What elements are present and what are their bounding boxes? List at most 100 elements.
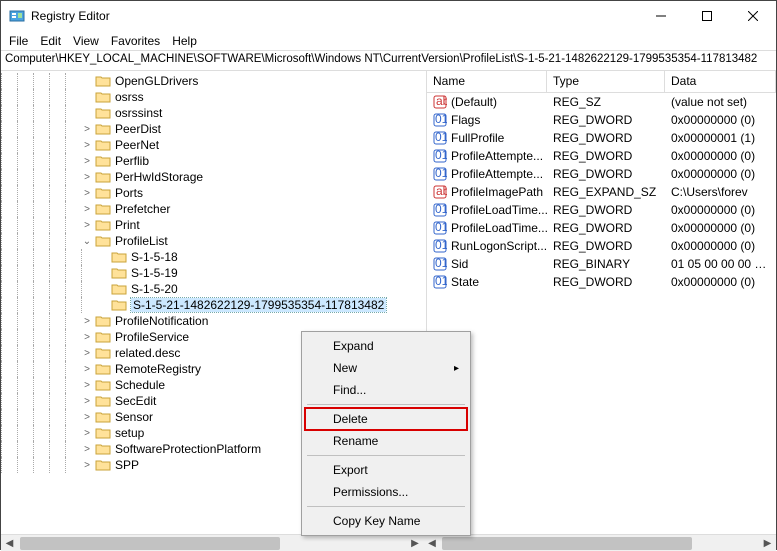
expander-icon[interactable] [81, 107, 93, 119]
column-type[interactable]: Type [547, 71, 665, 92]
value-row[interactable]: 011RunLogonScript...REG_DWORD0x00000000 … [427, 237, 776, 255]
expander-icon[interactable]: > [81, 395, 93, 407]
menu-help[interactable]: Help [172, 34, 197, 48]
folder-icon [95, 394, 111, 408]
expander-icon[interactable]: > [81, 379, 93, 391]
value-row[interactable]: 011ProfileLoadTime...REG_DWORD0x00000000… [427, 219, 776, 237]
tree-label: SoftwareProtectionPlatform [115, 442, 261, 456]
expander-icon[interactable]: ⌄ [81, 235, 93, 247]
expander-icon[interactable]: > [81, 411, 93, 423]
address-bar[interactable]: Computer\HKEY_LOCAL_MACHINE\SOFTWARE\Mic… [1, 51, 776, 71]
minimize-button[interactable] [638, 1, 684, 31]
expander-icon[interactable] [81, 75, 93, 87]
tree-item[interactable]: > ProfileNotification [1, 313, 426, 329]
tree-item[interactable]: > Ports [1, 185, 426, 201]
value-row[interactable]: 011ProfileLoadTime...REG_DWORD0x00000000… [427, 201, 776, 219]
ctx-copy-key-name[interactable]: Copy Key Name [305, 510, 467, 532]
expander-icon[interactable] [97, 283, 109, 295]
value-row[interactable]: 011ProfileAttempte...REG_DWORD0x00000000… [427, 147, 776, 165]
expander-icon[interactable] [97, 251, 109, 263]
value-row[interactable]: 011StateREG_DWORD0x00000000 (0) [427, 273, 776, 291]
scroll-thumb-left[interactable] [20, 537, 280, 550]
value-type: REG_EXPAND_SZ [547, 185, 665, 199]
value-row[interactable]: 011FullProfileREG_DWORD0x00000001 (1) [427, 129, 776, 147]
tree-item[interactable]: osrssinst [1, 105, 426, 121]
column-name[interactable]: Name [427, 71, 547, 92]
expander-icon[interactable]: > [81, 315, 93, 327]
tree-item[interactable]: osrss [1, 89, 426, 105]
ctx-separator [307, 455, 465, 456]
folder-icon [95, 122, 111, 136]
folder-icon [95, 106, 111, 120]
ctx-rename[interactable]: Rename [305, 430, 467, 452]
value-type: REG_DWORD [547, 131, 665, 145]
ctx-export[interactable]: Export [305, 459, 467, 481]
expander-icon[interactable]: > [81, 427, 93, 439]
scroll-right-arrow[interactable]: ▶ [406, 535, 423, 551]
menu-edit[interactable]: Edit [40, 34, 61, 48]
maximize-button[interactable] [684, 1, 730, 31]
value-list[interactable]: Name Type Data ab(Default)REG_SZ(value n… [427, 71, 776, 534]
value-row[interactable]: 011ProfileAttempte...REG_DWORD0x00000000… [427, 165, 776, 183]
folder-icon [111, 298, 127, 312]
svg-text:ab: ab [436, 185, 447, 198]
tree-item[interactable]: OpenGLDrivers [1, 73, 426, 89]
expander-icon[interactable] [97, 267, 109, 279]
expander-icon[interactable]: > [81, 155, 93, 167]
expander-icon[interactable]: > [81, 443, 93, 455]
folder-icon [95, 314, 111, 328]
expander-icon[interactable]: > [81, 331, 93, 343]
tree-label: PeerDist [115, 122, 161, 136]
svg-text:011: 011 [435, 203, 447, 216]
menu-favorites[interactable]: Favorites [111, 34, 160, 48]
scroll-right-arrow-right[interactable]: ▶ [759, 535, 776, 551]
menu-view[interactable]: View [73, 34, 99, 48]
tree-item[interactable]: S-1-5-21-1482622129-1799535354-117813482 [1, 297, 426, 313]
tree-item[interactable]: >Print [1, 217, 426, 233]
close-button[interactable] [730, 1, 776, 31]
expander-icon[interactable]: > [81, 459, 93, 471]
scroll-thumb-right[interactable] [442, 537, 692, 550]
expander-icon[interactable]: > [81, 363, 93, 375]
ctx-permissions[interactable]: Permissions... [305, 481, 467, 503]
svg-text:011: 011 [435, 257, 447, 270]
value-row[interactable]: 011FlagsREG_DWORD0x00000000 (0) [427, 111, 776, 129]
tree-item[interactable]: >Perflib [1, 153, 426, 169]
value-type: REG_BINARY [547, 257, 665, 271]
expander-icon[interactable]: > [81, 171, 93, 183]
expander-icon[interactable]: > [81, 187, 93, 199]
expander-icon[interactable]: > [81, 219, 93, 231]
tree-item[interactable]: S-1-5-18 [1, 249, 426, 265]
expander-icon[interactable]: > [81, 203, 93, 215]
scroll-left-arrow-right[interactable]: ◀ [423, 535, 440, 551]
tree-item[interactable]: >Prefetcher [1, 201, 426, 217]
menu-file[interactable]: File [9, 34, 28, 48]
expander-icon[interactable]: > [81, 139, 93, 151]
tree-label: setup [115, 426, 144, 440]
tree-item[interactable]: S-1-5-20 [1, 281, 426, 297]
tree-label: Ports [115, 186, 143, 200]
menubar: File Edit View Favorites Help [1, 31, 776, 51]
value-icon: 011 [433, 257, 447, 271]
expander-icon[interactable]: > [81, 347, 93, 359]
tree-item[interactable]: S-1-5-19 [1, 265, 426, 281]
value-row[interactable]: 011SidREG_BINARY01 05 00 00 00 00 00 0 [427, 255, 776, 273]
tree-label: ProfileNotification [115, 314, 208, 328]
ctx-expand[interactable]: Expand [305, 335, 467, 357]
column-data[interactable]: Data [665, 71, 776, 92]
tree-item[interactable]: ⌄ProfileList [1, 233, 426, 249]
ctx-find[interactable]: Find... [305, 379, 467, 401]
ctx-delete[interactable]: Delete [305, 408, 467, 430]
tree-item[interactable]: >PeerNet [1, 137, 426, 153]
scroll-left-arrow[interactable]: ◀ [1, 535, 18, 551]
ctx-new[interactable]: New [305, 357, 467, 379]
expander-icon[interactable] [97, 299, 109, 311]
expander-icon[interactable] [81, 91, 93, 103]
value-row[interactable]: ab(Default)REG_SZ(value not set) [427, 93, 776, 111]
expander-icon[interactable]: > [81, 123, 93, 135]
tree-label: ProfileService [115, 330, 189, 344]
horizontal-scrollbar[interactable]: ◀ ▶ ◀ ▶ [1, 534, 776, 551]
tree-item[interactable]: >PerHwIdStorage [1, 169, 426, 185]
value-row[interactable]: abProfileImagePathREG_EXPAND_SZC:\Users\… [427, 183, 776, 201]
tree-item[interactable]: > PeerDist [1, 121, 426, 137]
